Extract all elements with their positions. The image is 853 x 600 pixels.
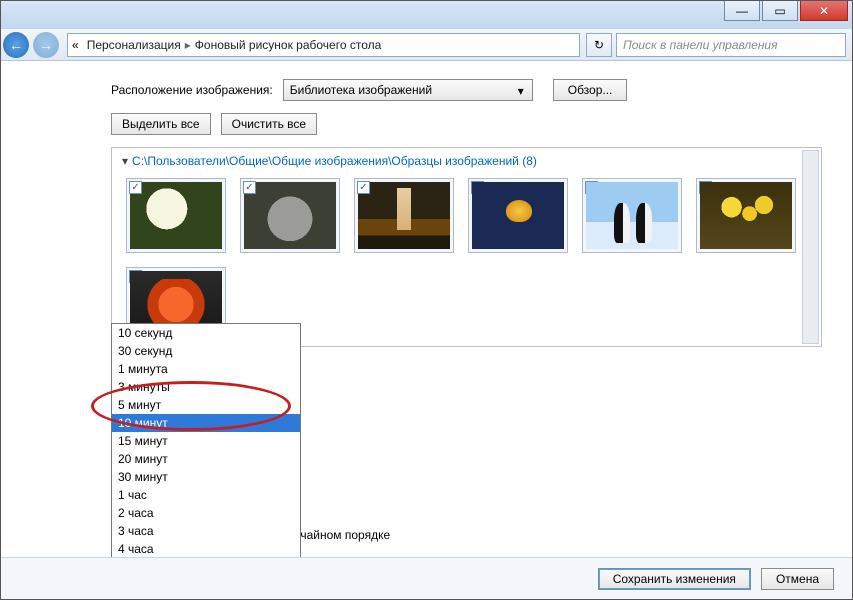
gallery-scrollbar[interactable]	[802, 150, 819, 344]
thumbnail-checkbox[interactable]: ✓	[243, 181, 256, 194]
back-icon: ←	[9, 37, 23, 53]
footer: Сохранить изменения Отмена	[1, 557, 852, 599]
thumbnail-list: ✓✓✓✓✓✓✓	[112, 172, 821, 346]
thumbnail-penguins[interactable]: ✓	[582, 178, 682, 253]
minimize-icon: —	[736, 4, 748, 18]
location-label: Расположение изображения:	[111, 83, 273, 97]
address-bar[interactable]: « Персонализация ▸ Фоновый рисунок рабоч…	[67, 33, 580, 57]
interval-option[interactable]: 10 минут	[112, 414, 300, 432]
location-combo-value: Библиотека изображений	[290, 83, 432, 97]
refresh-icon: ↻	[594, 38, 604, 52]
titlebar: — ▭ ✕	[1, 1, 852, 29]
location-combo[interactable]: Библиотека изображений ▾	[283, 79, 533, 101]
toolbar: ← → « Персонализация ▸ Фоновый рисунок р…	[1, 29, 852, 61]
interval-option[interactable]: 15 минут	[112, 432, 300, 450]
thumbnail-image	[700, 182, 792, 249]
forward-icon: →	[39, 37, 53, 53]
thumbnail-image	[244, 182, 336, 249]
interval-option[interactable]: 2 часа	[112, 504, 300, 522]
cancel-button[interactable]: Отмена	[761, 568, 834, 590]
thumbnail-koala[interactable]: ✓	[240, 178, 340, 253]
thumbnail-hydrangea[interactable]: ✓	[126, 178, 226, 253]
browse-button[interactable]: Обзор...	[553, 79, 628, 101]
maximize-icon: ▭	[774, 4, 785, 18]
interval-option[interactable]: 30 минут	[112, 468, 300, 486]
window: — ▭ ✕ ← → « Персонализация ▸ Фоновый рис…	[0, 0, 853, 600]
close-button[interactable]: ✕	[800, 1, 848, 21]
tree-collapse-icon: ▾	[122, 154, 128, 168]
forward-button[interactable]: →	[33, 32, 59, 58]
close-icon: ✕	[819, 4, 829, 18]
thumbnail-checkbox[interactable]: ✓	[357, 181, 370, 194]
save-button[interactable]: Сохранить изменения	[598, 568, 751, 590]
interval-option[interactable]: 1 минута	[112, 360, 300, 378]
search-placeholder: Поиск в панели управления	[623, 38, 778, 52]
clear-all-button[interactable]: Очистить все	[221, 113, 317, 135]
interval-option[interactable]: 20 минут	[112, 450, 300, 468]
thumbnail-tulips[interactable]: ✓	[696, 178, 796, 253]
refresh-button[interactable]: ↻	[586, 33, 612, 57]
back-button[interactable]: ←	[3, 32, 29, 58]
interval-option[interactable]: 3 часа	[112, 522, 300, 540]
interval-dropdown-list[interactable]: 10 секунд30 секунд1 минута3 минуты5 мину…	[111, 323, 301, 557]
thumbnail-jellyfish[interactable]: ✓	[468, 178, 568, 253]
minimize-button[interactable]: —	[724, 1, 760, 21]
interval-option[interactable]: 4 часа	[112, 540, 300, 557]
maximize-button[interactable]: ▭	[762, 1, 798, 21]
breadcrumb-personalization[interactable]: Персонализация	[83, 38, 185, 52]
interval-option[interactable]: 1 час	[112, 486, 300, 504]
content-area: Расположение изображения: Библиотека изо…	[1, 61, 852, 557]
thumbnail-checkbox[interactable]: ✓	[129, 181, 142, 194]
thumbnail-lighthouse[interactable]: ✓	[354, 178, 454, 253]
search-input[interactable]: Поиск в панели управления	[616, 33, 846, 57]
select-all-button[interactable]: Выделить все	[111, 113, 211, 135]
thumbnail-image	[586, 182, 678, 249]
interval-option[interactable]: 3 минуты	[112, 378, 300, 396]
chevron-down-icon: ▾	[514, 84, 528, 98]
thumbnail-image	[130, 182, 222, 249]
interval-option[interactable]: 30 секунд	[112, 342, 300, 360]
thumbnail-image	[472, 182, 564, 249]
gallery: ▾ C:\Пользователи\Общие\Общие изображени…	[111, 147, 822, 347]
breadcrumb-wallpaper[interactable]: Фоновый рисунок рабочего стола	[191, 38, 386, 52]
interval-option[interactable]: 10 секунд	[112, 324, 300, 342]
thumbnail-image	[358, 182, 450, 249]
gallery-folder[interactable]: ▾ C:\Пользователи\Общие\Общие изображени…	[112, 148, 821, 172]
interval-option[interactable]: 5 минут	[112, 396, 300, 414]
gallery-folder-path: C:\Пользователи\Общие\Общие изображения\…	[132, 154, 537, 168]
